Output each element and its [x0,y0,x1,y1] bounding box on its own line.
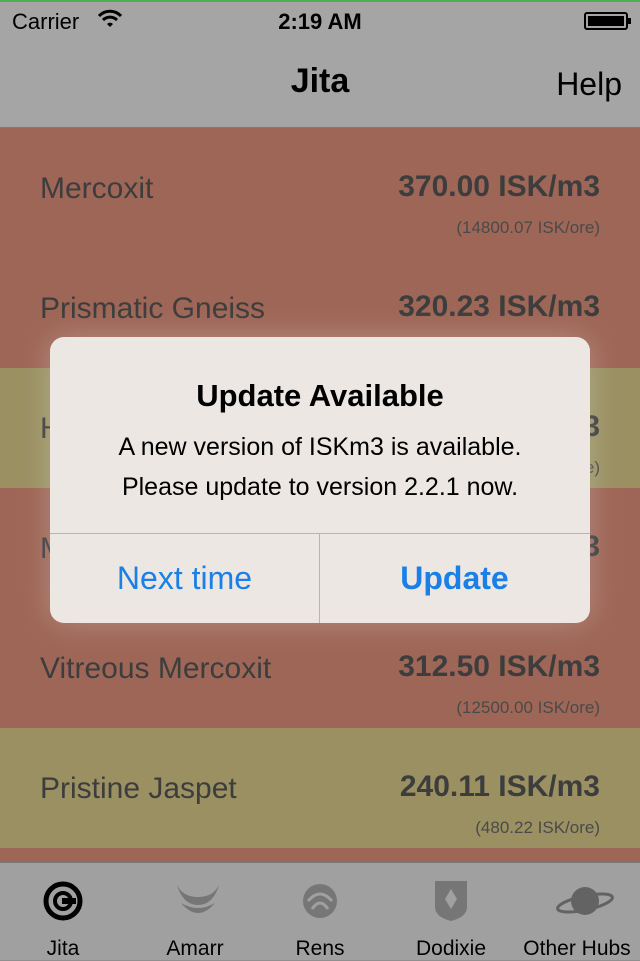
alert-message-line: Please update to version 2.2.1 now. [121,473,519,501]
update-button[interactable]: Update [320,534,589,623]
alert-title: Update Available [196,378,444,413]
alert-message-line: A new version of ISKm3 is available. [118,433,522,461]
update-alert-dialog: Update Available A new version of ISKm3 … [50,337,590,623]
alert-message: A new version of ISKm3 is available. Ple… [70,427,570,507]
next-time-button[interactable]: Next time [50,534,319,623]
